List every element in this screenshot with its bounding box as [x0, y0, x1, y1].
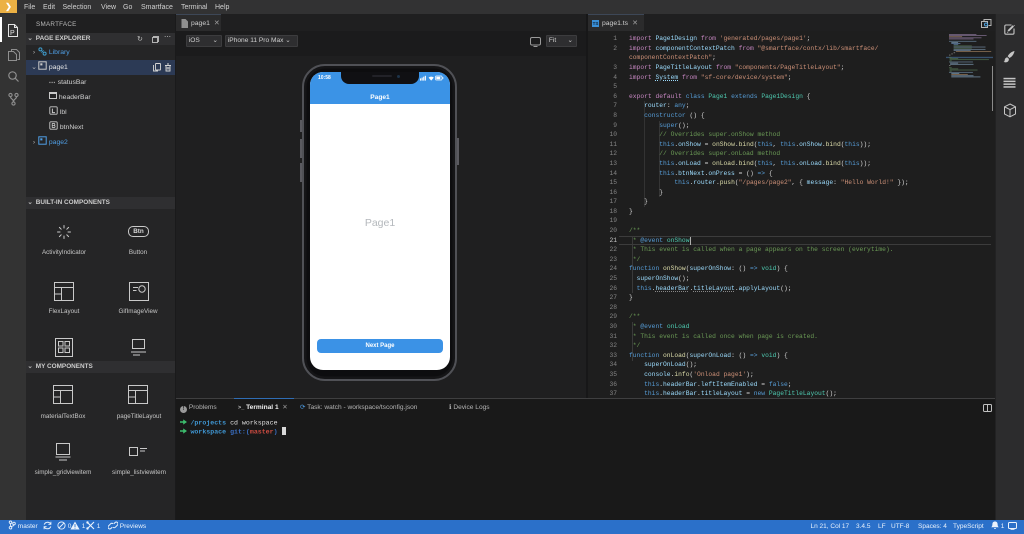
svg-text:P: P [10, 30, 15, 37]
